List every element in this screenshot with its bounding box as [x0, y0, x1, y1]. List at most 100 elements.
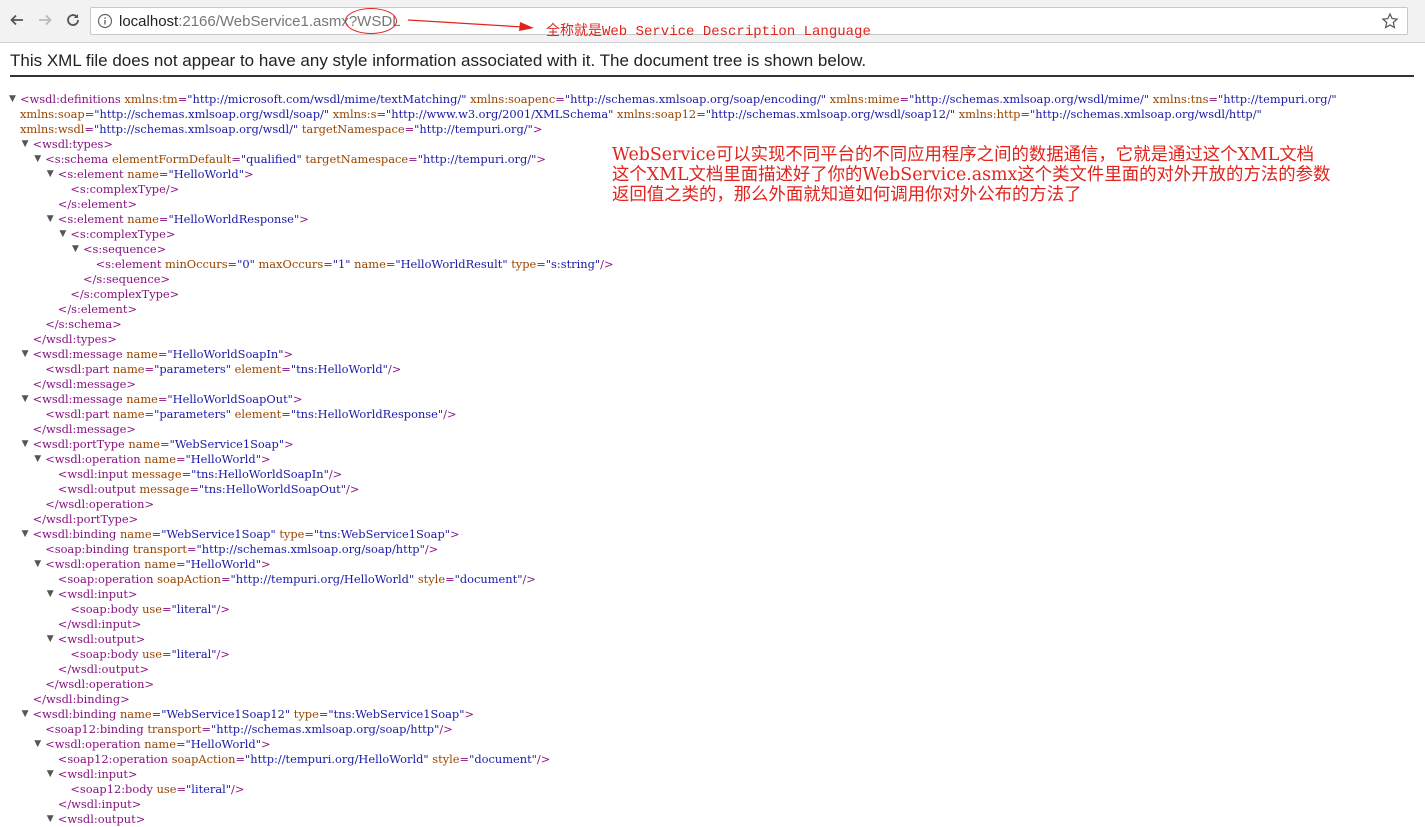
- info-icon[interactable]: [97, 13, 113, 29]
- collapse-triangle-icon[interactable]: ▼: [47, 767, 57, 782]
- collapse-triangle-icon[interactable]: ▼: [72, 242, 82, 257]
- browser-toolbar: localhost:2166/WebService1.asmx?WSDL 全称就…: [0, 0, 1425, 43]
- attribute-value: http://tempuri.org/HelloWorld: [250, 752, 424, 766]
- attribute-name: targetNamespace: [305, 152, 409, 166]
- xml-tag: <s:element: [57, 167, 124, 181]
- collapse-triangle-icon[interactable]: ▼: [34, 737, 44, 752]
- attribute-name: name: [144, 737, 176, 751]
- xml-line: </wsdl:operation>: [45, 677, 154, 692]
- xml-line[interactable]: ▼ <wsdl:binding name="WebService1Soap" ty…: [22, 527, 460, 542]
- attribute-value: document: [459, 572, 518, 586]
- forward-button[interactable]: [33, 8, 57, 32]
- xml-attribute: message="tns:HelloWorldSoapOut": [139, 482, 347, 496]
- red-annotation-text: WebService可以实现不同平台的不同应用程序之间的数据通信，它就是通过这个…: [612, 145, 1330, 205]
- xml-line[interactable]: ▼ <wsdl:definitions xmlns:tm="http://micr…: [9, 92, 1337, 107]
- annotation-line: WebService可以实现不同平台的不同应用程序之间的数据通信，它就是通过这个…: [612, 145, 1315, 165]
- xml-line[interactable]: ▼ <wsdl:operation name="HelloWorld">: [34, 737, 271, 752]
- xml-line[interactable]: ▼ <wsdl:message name="HelloWorldSoapOut">: [22, 392, 303, 407]
- xml-tag: </wsdl:portType>: [32, 512, 139, 526]
- attribute-name: xmlns:soap12: [617, 107, 697, 121]
- xml-tag: <wsdl:input: [57, 767, 128, 781]
- xml-tag: <wsdl:binding: [32, 527, 117, 541]
- collapse-triangle-icon[interactable]: ▼: [22, 137, 32, 152]
- attribute-value: http://schemas.xmlsoap.org/wsdl/soap12/: [710, 107, 950, 121]
- collapse-triangle-icon[interactable]: ▼: [22, 392, 32, 407]
- xml-tag-end: >: [260, 737, 271, 751]
- collapse-triangle-icon[interactable]: ▼: [22, 707, 32, 722]
- collapse-triangle-icon[interactable]: ▼: [22, 347, 32, 362]
- xml-line[interactable]: ▼ <wsdl:binding name="WebService1Soap12" …: [22, 707, 474, 722]
- xml-tag: <s:element: [57, 212, 124, 226]
- xml-line[interactable]: ▼ <wsdl:operation name="HelloWorld">: [34, 452, 270, 467]
- reload-button[interactable]: [61, 8, 85, 32]
- collapse-triangle-icon[interactable]: ▼: [47, 632, 57, 647]
- xml-attribute: name="parameters": [112, 407, 232, 421]
- xml-tag-end: >: [532, 122, 543, 136]
- url-host: localhost: [119, 13, 179, 30]
- xml-tag: <wsdl:message: [32, 392, 123, 406]
- xml-tag: </wsdl:operation>: [45, 497, 155, 511]
- xml-line[interactable]: ▼ <wsdl:types>: [22, 137, 113, 152]
- collapse-triangle-icon[interactable]: ▼: [47, 212, 57, 227]
- attribute-value: tns:HelloWorldSoapIn: [196, 467, 324, 481]
- xml-tag: <wsdl:part: [45, 407, 110, 421]
- collapse-triangle-icon[interactable]: ▼: [34, 452, 44, 467]
- reload-icon: [67, 14, 79, 26]
- attribute-value: s:string: [551, 257, 595, 271]
- bookmark-star-icon[interactable]: [1381, 12, 1399, 30]
- collapse-triangle-icon[interactable]: ▼: [59, 227, 69, 242]
- xml-attribute: minOccurs="0": [165, 257, 255, 271]
- xml-line[interactable]: ▼ <wsdl:input>: [47, 587, 138, 602]
- attribute-name: type: [293, 707, 319, 721]
- xml-line[interactable]: ▼ <wsdl:portType name="WebService1Soap">: [22, 437, 294, 452]
- attribute-value: literal: [191, 782, 226, 796]
- xml-tag: <wsdl:portType: [32, 437, 125, 451]
- xml-line: </wsdl:message>: [33, 377, 136, 392]
- xml-line[interactable]: ▼ <s:complexType>: [59, 227, 175, 242]
- attribute-name: xmlns:mime: [829, 92, 900, 106]
- xml-line[interactable]: ▼ <wsdl:operation name="HelloWorld">: [34, 557, 270, 572]
- xml-line: <soap:body use="literal"/>: [70, 647, 230, 662]
- attribute-name: transport: [132, 542, 187, 556]
- collapse-triangle-icon[interactable]: ▼: [9, 92, 19, 107]
- xml-tag-end: >: [283, 347, 294, 361]
- attribute-value: parameters: [159, 362, 226, 376]
- xml-attribute: name="HelloWorldResult": [354, 257, 508, 271]
- attribute-name: xmlns:http: [958, 107, 1021, 121]
- xml-line[interactable]: ▼ <s:element name="HelloWorldResponse">: [47, 212, 309, 227]
- collapse-triangle-icon[interactable]: ▼: [47, 812, 57, 827]
- xml-line[interactable]: ▼ <s:sequence>: [72, 242, 166, 257]
- collapse-triangle-icon[interactable]: ▼: [22, 527, 32, 542]
- xml-attribute: style="document": [417, 572, 523, 586]
- xml-tag-end: />: [387, 362, 402, 376]
- collapse-triangle-icon[interactable]: ▼: [22, 437, 32, 452]
- annotation-line: 这个XML文档里面描述好了你的WebService.asmx这个类文件里面的对外…: [612, 165, 1331, 185]
- xml-tag: </wsdl:operation>: [45, 677, 155, 691]
- xml-line: </s:sequence>: [83, 272, 170, 287]
- collapse-triangle-icon[interactable]: ▼: [47, 587, 57, 602]
- xml-line[interactable]: ▼ <s:schema elementFormDefault="qualified…: [34, 152, 546, 167]
- xml-attribute: targetNamespace="http://tempuri.org/": [301, 122, 533, 136]
- xml-tag: </wsdl:message>: [32, 422, 136, 436]
- collapse-triangle-icon[interactable]: ▼: [34, 557, 44, 572]
- collapse-triangle-icon[interactable]: ▼: [47, 167, 57, 182]
- xml-line[interactable]: ▼ <s:element name="HelloWorld">: [47, 167, 254, 182]
- attribute-value: HelloWorldResult: [400, 257, 503, 271]
- xml-line[interactable]: ▼ <wsdl:input>: [47, 767, 138, 782]
- back-button[interactable]: [5, 8, 29, 32]
- xml-line: <soap12:binding transport="http://schema…: [45, 722, 453, 737]
- xml-tag-end: />: [522, 572, 536, 586]
- attribute-name: name: [126, 347, 158, 361]
- collapse-triangle-icon[interactable]: ▼: [34, 152, 44, 167]
- xml-attribute: name="WebService1Soap": [119, 527, 276, 541]
- xml-tag-end: >: [103, 137, 113, 151]
- xml-attribute: name="WebService1Soap": [128, 437, 285, 451]
- attribute-name: name: [127, 167, 159, 181]
- attribute-name: soapAction: [157, 572, 221, 586]
- xml-attribute: maxOccurs="1": [258, 257, 351, 271]
- xml-line[interactable]: ▼ <wsdl:output>: [47, 812, 145, 827]
- xml-tag-end: >: [284, 437, 294, 451]
- xml-tag: <soap12:operation: [57, 752, 168, 766]
- xml-line[interactable]: ▼ <wsdl:message name="HelloWorldSoapIn">: [22, 347, 294, 362]
- xml-line[interactable]: ▼ <wsdl:output>: [47, 632, 145, 647]
